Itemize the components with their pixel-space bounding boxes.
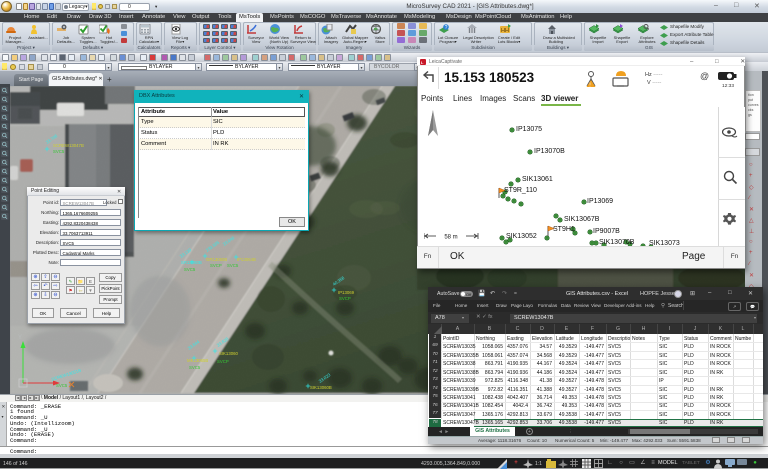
svg-text:58 m: 58 m [444,235,457,241]
svg-text:SVC5: SVC5 [56,383,68,388]
svg-text:SVC5: SVC5 [189,365,201,370]
svg-text:33.023: 33.023 [318,372,332,384]
svg-text:SVC5: SVC5 [227,263,239,268]
svg-text:SVCP: SVCP [210,263,222,268]
svg-text:33.828: 33.828 [216,336,230,348]
svg-text:SCREW13047B: SCREW13047B [53,143,84,148]
svg-text:SR13060B: SR13060B [181,260,202,265]
svg-text:HH: HH [501,28,509,34]
svg-text:Y: Y [18,335,22,341]
svg-text:SVCP: SVCP [217,359,229,364]
svg-text:SCREW13051B: SCREW13051B [51,368,82,382]
svg-text:SIK13060B: SIK13060B [310,385,332,390]
svg-text:233.585: 233.585 [205,239,221,252]
svg-text:SVCP: SVCP [339,296,351,301]
svg-text:SVC5: SVC5 [53,149,65,154]
svg-text:MK13065B: MK13065B [187,358,208,363]
svg-text:IP13069: IP13069 [338,290,355,295]
svg-text:GR13060B: GR13060B [206,257,227,262]
svg-text:SVC5: SVC5 [184,267,196,272]
svg-text:33.139: 33.139 [179,247,193,259]
svg-text:SIK13060: SIK13060 [219,351,238,356]
svg-text:33.844: 33.844 [187,339,201,351]
svg-text:IP13064B: IP13064B [237,257,256,262]
svg-text:33.046: 33.046 [222,235,236,247]
svg-text:?: ? [445,25,448,31]
svg-text:40.356: 40.356 [332,275,346,287]
